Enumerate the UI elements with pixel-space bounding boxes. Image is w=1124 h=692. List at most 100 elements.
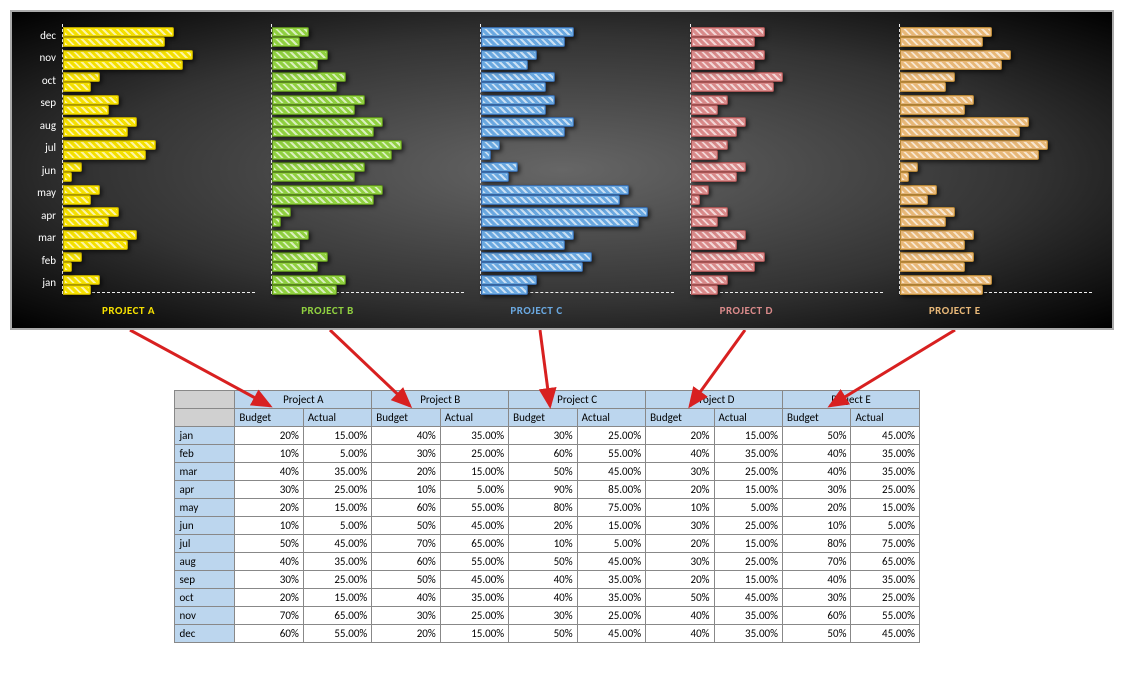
cell-actual[interactable]: 45.00% <box>303 535 371 553</box>
column-header[interactable]: Actual <box>440 409 508 427</box>
column-header[interactable]: Budget <box>372 409 440 427</box>
cell-budget[interactable]: 30% <box>372 445 440 463</box>
cell-budget[interactable]: 30% <box>646 553 714 571</box>
cell-actual[interactable]: 5.00% <box>303 445 371 463</box>
cell-actual[interactable]: 35.00% <box>303 553 371 571</box>
cell-actual[interactable]: 25.00% <box>440 607 508 625</box>
month-cell[interactable]: oct <box>175 589 235 607</box>
cell-actual[interactable]: 85.00% <box>577 481 645 499</box>
cell-actual[interactable]: 15.00% <box>303 589 371 607</box>
column-header[interactable]: Budget <box>235 409 303 427</box>
month-cell[interactable]: jun <box>175 517 235 535</box>
column-header[interactable]: Budget <box>782 409 850 427</box>
cell-budget[interactable]: 50% <box>509 463 577 481</box>
cell-actual[interactable]: 25.00% <box>714 517 782 535</box>
cell-actual[interactable]: 35.00% <box>303 463 371 481</box>
cell-budget[interactable]: 10% <box>509 535 577 553</box>
cell-actual[interactable]: 25.00% <box>440 445 508 463</box>
cell-actual[interactable]: 45.00% <box>851 427 920 445</box>
cell-budget[interactable]: 30% <box>646 463 714 481</box>
month-cell[interactable]: aug <box>175 553 235 571</box>
cell-actual[interactable]: 75.00% <box>577 499 645 517</box>
cell-actual[interactable]: 5.00% <box>714 499 782 517</box>
cell-budget[interactable]: 20% <box>372 463 440 481</box>
cell-budget[interactable]: 90% <box>509 481 577 499</box>
cell-budget[interactable]: 40% <box>646 625 714 643</box>
cell-budget[interactable]: 10% <box>235 445 303 463</box>
cell-budget[interactable]: 80% <box>782 535 850 553</box>
cell-budget[interactable]: 40% <box>782 463 850 481</box>
cell-budget[interactable]: 50% <box>235 535 303 553</box>
cell-budget[interactable]: 10% <box>646 499 714 517</box>
cell-budget[interactable]: 40% <box>372 589 440 607</box>
cell-actual[interactable]: 25.00% <box>303 571 371 589</box>
cell-budget[interactable]: 30% <box>782 481 850 499</box>
cell-actual[interactable]: 25.00% <box>577 427 645 445</box>
month-cell[interactable]: dec <box>175 625 235 643</box>
cell-budget[interactable]: 40% <box>509 589 577 607</box>
month-cell[interactable]: mar <box>175 463 235 481</box>
cell-actual[interactable]: 55.00% <box>303 625 371 643</box>
cell-actual[interactable]: 35.00% <box>714 607 782 625</box>
cell-budget[interactable]: 50% <box>782 427 850 445</box>
cell-budget[interactable]: 20% <box>782 499 850 517</box>
cell-budget[interactable]: 40% <box>509 571 577 589</box>
cell-actual[interactable]: 25.00% <box>851 481 920 499</box>
column-header[interactable]: Actual <box>851 409 920 427</box>
cell-budget[interactable]: 40% <box>235 463 303 481</box>
project-header[interactable]: Project E <box>782 391 919 409</box>
cell-budget[interactable]: 50% <box>372 571 440 589</box>
cell-budget[interactable]: 20% <box>235 499 303 517</box>
cell-budget[interactable]: 50% <box>509 625 577 643</box>
cell-actual[interactable]: 75.00% <box>851 535 920 553</box>
cell-budget[interactable]: 20% <box>235 589 303 607</box>
cell-actual[interactable]: 35.00% <box>577 589 645 607</box>
cell-budget[interactable]: 10% <box>235 517 303 535</box>
cell-budget[interactable]: 40% <box>646 445 714 463</box>
cell-actual[interactable]: 45.00% <box>440 571 508 589</box>
cell-budget[interactable]: 20% <box>646 571 714 589</box>
cell-actual[interactable]: 45.00% <box>440 517 508 535</box>
column-header[interactable]: Actual <box>577 409 645 427</box>
cell-actual[interactable]: 65.00% <box>851 553 920 571</box>
cell-actual[interactable]: 25.00% <box>714 463 782 481</box>
cell-budget[interactable]: 70% <box>235 607 303 625</box>
cell-actual[interactable]: 5.00% <box>440 481 508 499</box>
month-cell[interactable]: apr <box>175 481 235 499</box>
cell-budget[interactable]: 60% <box>372 499 440 517</box>
cell-actual[interactable]: 5.00% <box>303 517 371 535</box>
cell-actual[interactable]: 35.00% <box>440 589 508 607</box>
cell-budget[interactable]: 20% <box>372 625 440 643</box>
cell-budget[interactable]: 40% <box>646 607 714 625</box>
cell-actual[interactable]: 15.00% <box>714 481 782 499</box>
cell-budget[interactable]: 40% <box>372 427 440 445</box>
column-header[interactable]: Budget <box>646 409 714 427</box>
cell-actual[interactable]: 35.00% <box>851 571 920 589</box>
cell-budget[interactable]: 70% <box>782 553 850 571</box>
cell-actual[interactable]: 35.00% <box>714 625 782 643</box>
cell-budget[interactable]: 60% <box>509 445 577 463</box>
month-cell[interactable]: jan <box>175 427 235 445</box>
project-header[interactable]: Project C <box>509 391 646 409</box>
cell-actual[interactable]: 15.00% <box>440 625 508 643</box>
cell-budget[interactable]: 10% <box>782 517 850 535</box>
cell-budget[interactable]: 70% <box>372 535 440 553</box>
cell-budget[interactable]: 50% <box>372 517 440 535</box>
cell-budget[interactable]: 50% <box>646 589 714 607</box>
cell-actual[interactable]: 45.00% <box>577 553 645 571</box>
cell-actual[interactable]: 45.00% <box>577 625 645 643</box>
cell-actual[interactable]: 15.00% <box>577 517 645 535</box>
month-cell[interactable]: jul <box>175 535 235 553</box>
cell-actual[interactable]: 5.00% <box>851 517 920 535</box>
cell-actual[interactable]: 25.00% <box>303 481 371 499</box>
column-header[interactable]: Actual <box>714 409 782 427</box>
cell-actual[interactable]: 15.00% <box>714 535 782 553</box>
month-cell[interactable]: nov <box>175 607 235 625</box>
data-table[interactable]: Project AProject BProject CProject DProj… <box>160 390 920 643</box>
cell-actual[interactable]: 65.00% <box>440 535 508 553</box>
month-cell[interactable]: may <box>175 499 235 517</box>
cell-actual[interactable]: 35.00% <box>851 463 920 481</box>
cell-budget[interactable]: 60% <box>372 553 440 571</box>
cell-budget[interactable]: 30% <box>509 607 577 625</box>
cell-actual[interactable]: 15.00% <box>714 427 782 445</box>
